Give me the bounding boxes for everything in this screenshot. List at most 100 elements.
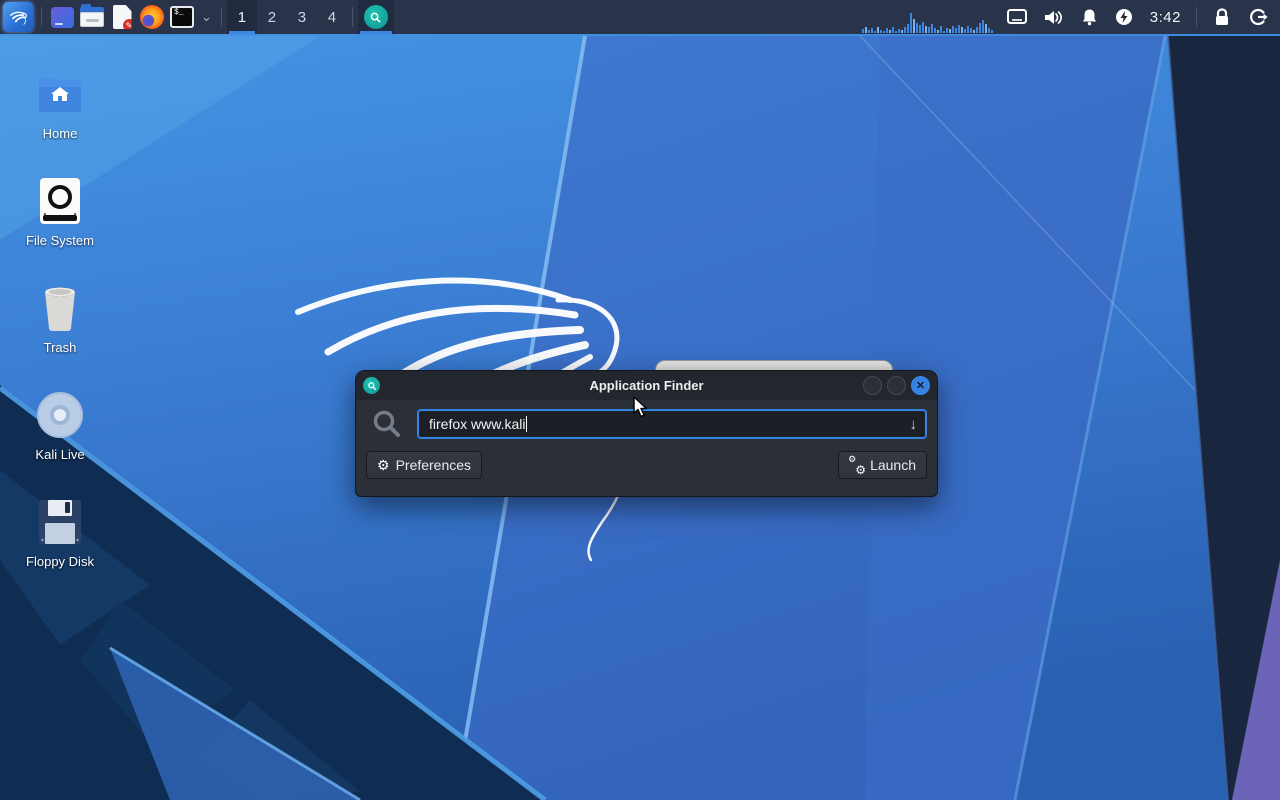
cpu-graph-bar: [949, 29, 951, 33]
desktop-icon-floppy-disk[interactable]: Floppy Disk: [12, 476, 108, 569]
launch-gears-icon: ⚙⚙: [849, 458, 864, 473]
cpu-graph-bar: [943, 31, 945, 33]
launch-button[interactable]: ⚙⚙ Launch: [838, 451, 927, 479]
cpu-graph-bar: [874, 31, 876, 33]
firefox-icon: [140, 5, 164, 29]
desktop-icon-file-system[interactable]: File System: [12, 155, 108, 248]
launcher-window-app[interactable]: [47, 0, 77, 34]
workspace-button-2[interactable]: 2: [257, 0, 287, 34]
cpu-graph-bar: [907, 24, 909, 33]
applications-menu-button[interactable]: [3, 2, 33, 32]
panel-spacer: [394, 0, 862, 34]
cpu-graph-bar: [961, 27, 963, 33]
cpu-graph-bar: [886, 28, 888, 33]
cpu-graph-monitor[interactable]: [862, 0, 993, 34]
taskbar-item-application-finder[interactable]: [358, 0, 394, 34]
application-finder-titlebar[interactable]: Application Finder ✕: [356, 371, 937, 400]
pencil-icon: ✎: [126, 21, 133, 30]
home-folder-icon: [37, 68, 83, 120]
search-input-value: firefox www.kali: [429, 416, 525, 432]
panel-separator: [1196, 7, 1197, 27]
workspace-button-4[interactable]: 4: [317, 0, 347, 34]
search-input[interactable]: firefox www.kali ↓: [417, 409, 927, 439]
cpu-graph-bar: [946, 28, 948, 33]
cpu-graph-bar: [955, 28, 957, 33]
cpu-graph-bar: [952, 26, 954, 33]
terminal-icon: $_: [170, 6, 194, 28]
session-tray: [1202, 0, 1280, 34]
cpu-graph-bar: [937, 30, 939, 33]
cpu-graph-bar: [964, 29, 966, 33]
cpu-graph-bar: [862, 29, 864, 33]
optical-disc-icon: [36, 389, 84, 441]
workspace-switcher: 1234: [227, 0, 347, 34]
cpu-graph-bar: [985, 24, 987, 33]
application-finder-window: Application Finder ✕ firefox www.kali ↓: [355, 370, 938, 497]
cpu-graph-bar: [922, 22, 924, 33]
launcher-group: ✎ $_ ⌄: [47, 0, 216, 34]
application-finder-icon: [364, 5, 388, 29]
desktop-icon-label: Trash: [44, 340, 77, 355]
cpu-graph-bar: [913, 19, 915, 33]
cpu-graph-bar: [958, 25, 960, 33]
file-system-drive-icon: [39, 175, 81, 227]
cpu-graph-bar: [910, 13, 912, 33]
floppy-disk-icon: [38, 496, 82, 548]
launcher-terminal[interactable]: $_: [167, 0, 197, 34]
desktop-icon-home[interactable]: Home: [12, 48, 108, 141]
panel-separator: [41, 7, 42, 27]
top-panel: ✎ $_ ⌄ 1234: [0, 0, 1280, 34]
cpu-graph-bar: [916, 23, 918, 33]
file-manager-icon: [80, 7, 104, 27]
lock-screen-icon[interactable]: [1214, 8, 1230, 26]
cpu-graph-bar: [967, 26, 969, 33]
cpu-graph-bar: [892, 27, 894, 33]
cpu-graph-bar: [940, 26, 942, 33]
launcher-dropdown-chevron[interactable]: ⌄: [197, 0, 216, 34]
desktop-icon-label: Floppy Disk: [26, 554, 94, 569]
power-manager-icon[interactable]: [1115, 8, 1133, 26]
cpu-graph-bar: [871, 28, 873, 33]
launcher-firefox[interactable]: [137, 0, 167, 34]
preferences-button[interactable]: ⚙ Preferences: [366, 451, 482, 479]
search-icon: [366, 408, 408, 440]
panel-separator: [352, 7, 353, 27]
cpu-graph-bar: [883, 31, 885, 33]
launcher-file-manager[interactable]: [77, 0, 107, 34]
launcher-text-editor[interactable]: ✎: [107, 0, 137, 34]
desktop-root: { "panel": { "menu": { "name": "kali-app…: [0, 0, 1280, 800]
cpu-graph-bar: [928, 27, 930, 33]
cpu-graph-bar: [931, 24, 933, 33]
cpu-graph-bar: [919, 25, 921, 33]
logout-icon[interactable]: [1249, 8, 1268, 26]
desktop-icon-label: Home: [43, 126, 78, 141]
cpu-graph-bar: [988, 28, 990, 33]
notification-bell-icon[interactable]: [1081, 8, 1098, 26]
maximize-button[interactable]: [887, 376, 906, 395]
cpu-graph-bar: [970, 28, 972, 33]
window-title: Application Finder: [356, 378, 937, 393]
desktop-icon-kali-live[interactable]: Kali Live: [12, 369, 108, 462]
cpu-graph-bar: [925, 26, 927, 33]
volume-icon[interactable]: [1044, 9, 1064, 26]
desktop-icon-list: Home File System Trash Kali Live Floppy …: [12, 48, 108, 569]
text-editor-icon: ✎: [113, 5, 132, 29]
workspace-button-3[interactable]: 3: [287, 0, 317, 34]
close-button[interactable]: ✕: [911, 376, 930, 395]
cpu-graph-bar: [865, 27, 867, 33]
cpu-graph-bar: [904, 27, 906, 33]
cpu-graph-bar: [889, 30, 891, 33]
gear-icon: ⚙: [377, 458, 390, 472]
desktop-icon-trash[interactable]: Trash: [12, 262, 108, 355]
cpu-graph-bar: [877, 27, 879, 33]
display-tray-icon[interactable]: [1007, 9, 1027, 25]
dropdown-arrow-icon[interactable]: ↓: [910, 416, 918, 433]
cpu-graph-bar: [868, 30, 870, 33]
cpu-graph-bar: [895, 31, 897, 33]
workspace-button-1[interactable]: 1: [227, 0, 257, 34]
desktop-icon-label: Kali Live: [35, 447, 84, 462]
kali-logo-icon: [7, 6, 29, 28]
clock[interactable]: 3:42: [1150, 9, 1181, 26]
minimize-button[interactable]: [863, 376, 882, 395]
cpu-graph-bar: [973, 30, 975, 33]
